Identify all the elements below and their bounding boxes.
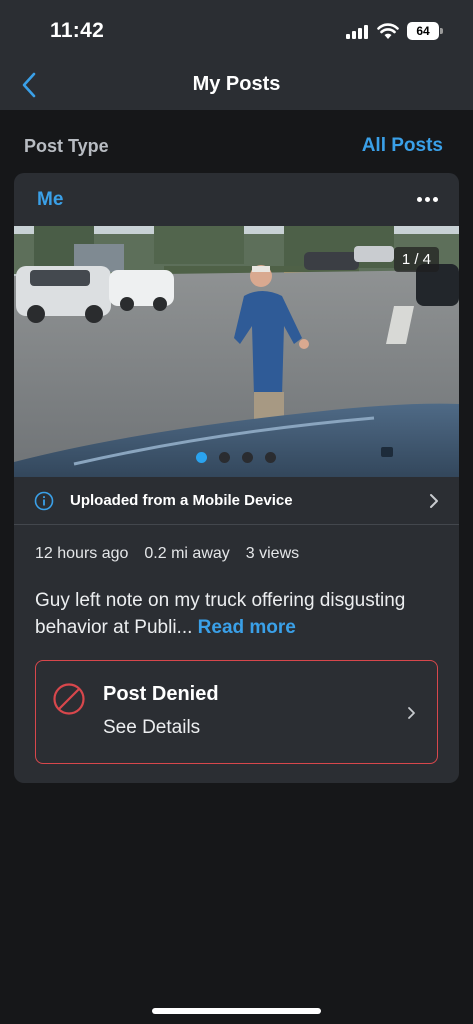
read-more-link[interactable]: Read more [198, 617, 296, 638]
post-media-carousel[interactable]: 1 / 4 [14, 226, 459, 477]
post-time-ago: 12 hours ago [35, 545, 129, 562]
wifi-icon [377, 23, 399, 39]
more-options-button[interactable] [409, 187, 445, 211]
carousel-page-indicator[interactable] [196, 452, 276, 463]
post-denied-banner[interactable]: Post Denied See Details [35, 660, 438, 764]
chevron-right-icon [408, 707, 415, 719]
info-icon [34, 491, 54, 511]
post-status-title: Post Denied [103, 683, 219, 705]
see-details-link[interactable]: See Details [103, 717, 200, 739]
post-views: 3 views [245, 545, 300, 562]
home-indicator[interactable] [152, 1008, 321, 1014]
carousel-dot[interactable] [219, 452, 230, 463]
status-time: 11:42 [50, 19, 105, 42]
upload-source-row[interactable]: Uploaded from a Mobile Device [14, 477, 459, 525]
battery-icon: 64 [407, 22, 439, 40]
carousel-dot[interactable] [265, 452, 276, 463]
post-distance: 0.2 mi away [144, 545, 230, 562]
post-type-label: Post Type [24, 136, 109, 156]
screen: 11:42 64 My Posts Post Type All Posts Me [0, 0, 473, 1024]
battery-tip [440, 28, 443, 34]
post-photo [14, 226, 459, 477]
carousel-dot[interactable] [242, 452, 253, 463]
chevron-right-icon [430, 494, 438, 508]
page-title: My Posts [192, 73, 281, 95]
upload-source-text: Uploaded from a Mobile Device [70, 492, 293, 509]
status-bar: 11:42 64 [0, 0, 473, 62]
prohibited-icon [53, 683, 85, 715]
post-body: Guy left note on my truck offering disgu… [35, 587, 435, 641]
post-author[interactable]: Me [37, 189, 63, 211]
ellipsis-icon [416, 196, 422, 202]
nav-bar: My Posts [0, 62, 473, 110]
post-meta: 12 hours ago 0.2 mi away 3 views [35, 545, 299, 563]
cellular-signal-icon [346, 25, 370, 39]
post-card: Me 1 / 4 Uploaded from a Mobile Device 1… [14, 173, 459, 783]
media-counter: 1 / 4 [393, 247, 439, 272]
all-posts-filter-button[interactable]: All Posts [362, 135, 443, 157]
carousel-dot[interactable] [196, 452, 207, 463]
